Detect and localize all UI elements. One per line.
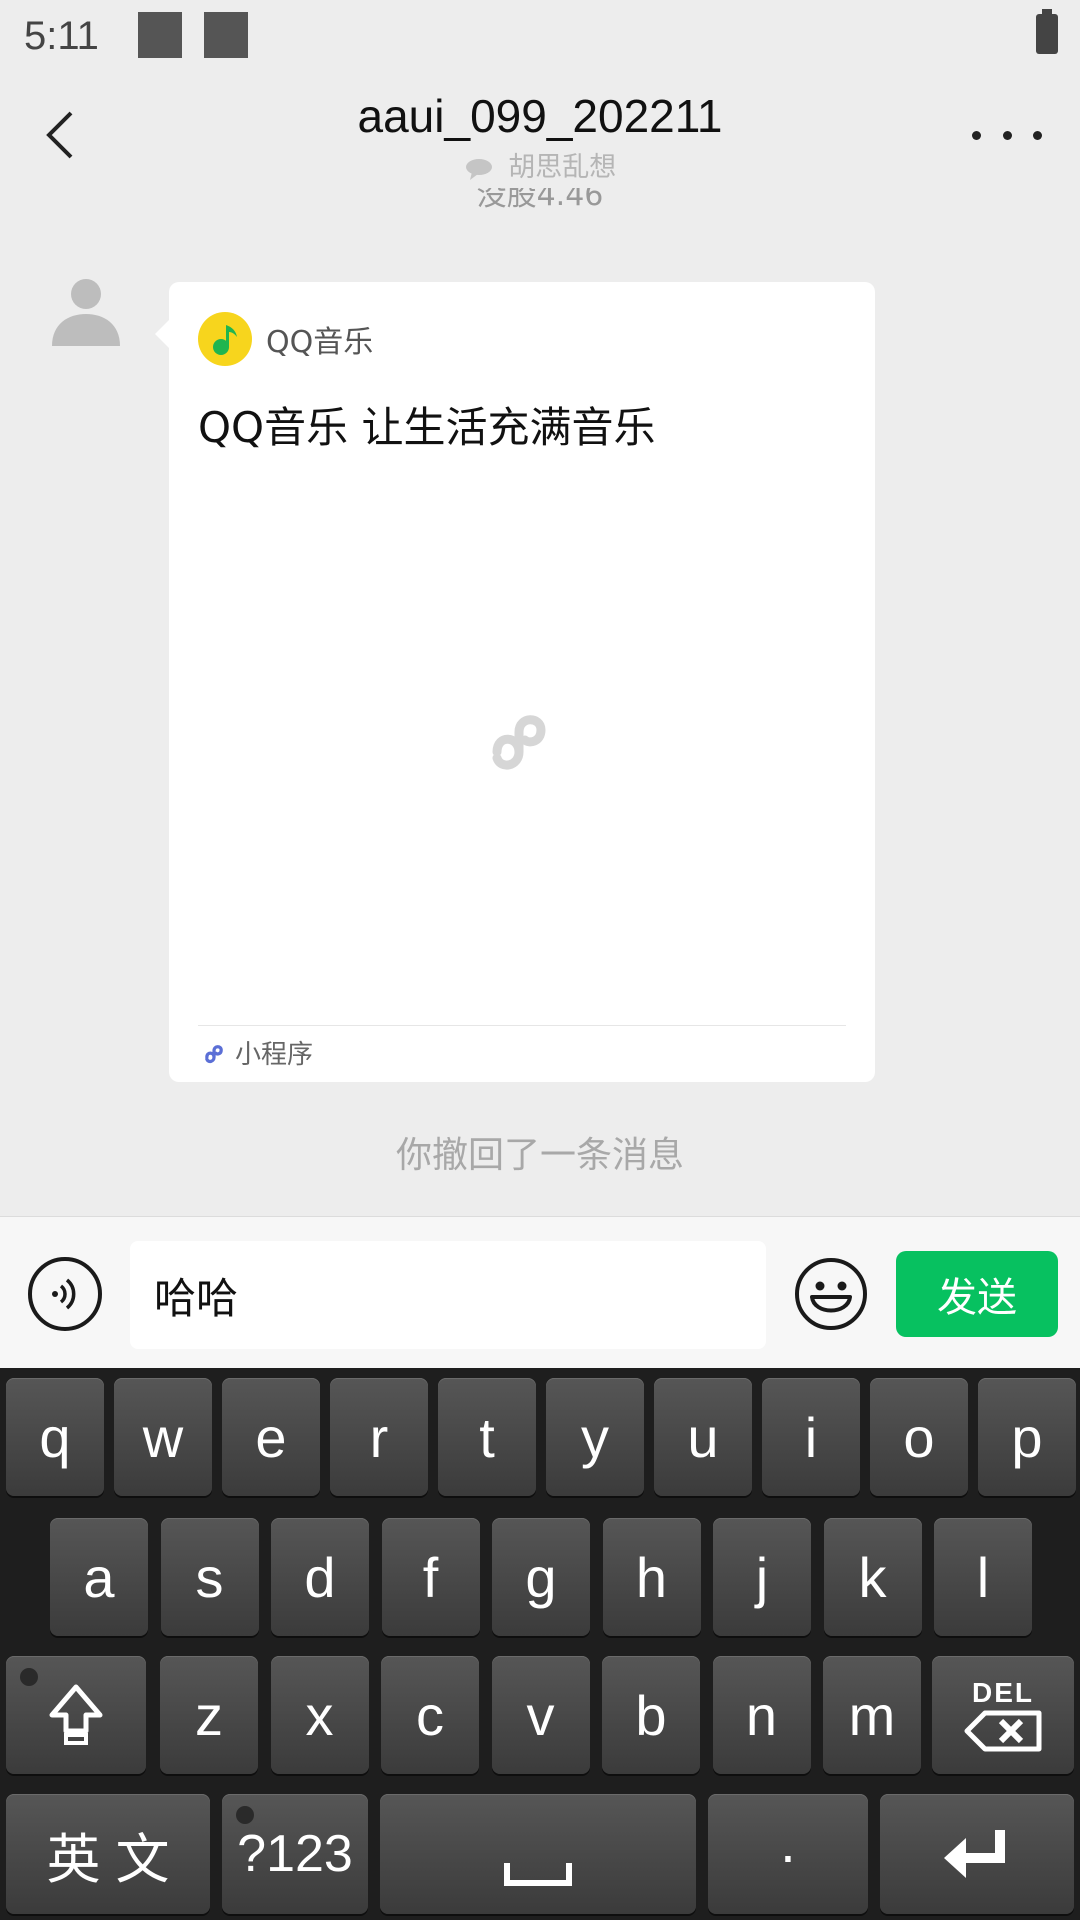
- delete-key[interactable]: DEL: [932, 1656, 1074, 1774]
- key-e[interactable]: e: [222, 1378, 320, 1496]
- key-h[interactable]: h: [602, 1518, 701, 1636]
- soft-keyboard: qwertyuiop asdfghjkl zxcvbnm DEL 英 文 ?12…: [0, 1368, 1080, 1920]
- key-l[interactable]: l: [934, 1518, 1032, 1636]
- shift-arrow-icon: [49, 1684, 103, 1745]
- more-dot-icon: [1002, 130, 1012, 140]
- key-v[interactable]: v: [491, 1656, 590, 1774]
- key-w[interactable]: w: [114, 1378, 212, 1496]
- mini-program-card[interactable]: QQ音乐 QQ音乐 让生活充满音乐 小程序: [155, 282, 875, 1082]
- smiley-icon: [795, 1258, 867, 1330]
- space-key[interactable]: [380, 1794, 696, 1914]
- key-j[interactable]: j: [713, 1518, 811, 1636]
- delete-key-label: DEL: [972, 1677, 1034, 1708]
- language-switch-key[interactable]: 英 文: [6, 1794, 210, 1914]
- more-options-button[interactable]: [972, 115, 1042, 155]
- input-bar: 发送: [0, 1216, 1080, 1368]
- status-time: 5:11: [24, 14, 99, 58]
- key-g[interactable]: g: [492, 1518, 590, 1636]
- mini-program-small-icon: [205, 1044, 223, 1063]
- symbols-key-label: ?123: [237, 1825, 353, 1883]
- key-n[interactable]: n: [712, 1656, 811, 1774]
- emoji-button[interactable]: [794, 1257, 868, 1331]
- key-x[interactable]: x: [270, 1656, 369, 1774]
- voice-icon: [52, 1278, 76, 1310]
- key-i[interactable]: i: [762, 1378, 860, 1496]
- key-b[interactable]: b: [602, 1656, 700, 1774]
- battery-icon: [1036, 9, 1058, 54]
- voice-input-button[interactable]: [28, 1257, 102, 1331]
- key-k[interactable]: k: [823, 1518, 922, 1636]
- backspace-icon: [964, 1710, 1042, 1752]
- chat-title: aaui_099_202211: [357, 90, 723, 142]
- chat-header: aaui_099_202211 胡思乱想: [0, 75, 1080, 190]
- enter-arrow-icon: [944, 1830, 1005, 1878]
- space-bar-icon: [504, 1863, 572, 1886]
- card-app-row: QQ音乐: [198, 312, 373, 366]
- card-divider: [198, 1025, 846, 1026]
- send-button[interactable]: 发送: [896, 1251, 1058, 1337]
- message-input[interactable]: [130, 1241, 766, 1349]
- key-dot: [236, 1806, 254, 1824]
- key-s[interactable]: s: [160, 1518, 259, 1636]
- notification-icon: [204, 12, 248, 58]
- key-f[interactable]: f: [381, 1518, 480, 1636]
- mini-program-icon: [492, 715, 546, 770]
- more-dot-icon: [1033, 130, 1042, 140]
- period-key[interactable]: ·: [708, 1794, 868, 1914]
- qq-music-logo-icon: [198, 312, 252, 366]
- card-footer: 小程序: [201, 1034, 313, 1071]
- scrolled-message-fragment: 没股4.46: [476, 188, 604, 213]
- chat-bubble-icon: [465, 158, 492, 180]
- status-bar: 5:11: [0, 0, 1080, 75]
- recall-notice: 你撤回了一条消息: [395, 1135, 684, 1176]
- more-dot-icon: [972, 130, 981, 140]
- key-z[interactable]: z: [160, 1656, 258, 1774]
- key-y[interactable]: y: [546, 1378, 644, 1496]
- key-m[interactable]: m: [823, 1656, 921, 1774]
- key-o[interactable]: o: [870, 1378, 968, 1496]
- notification-icon: [138, 12, 182, 58]
- enter-key[interactable]: [880, 1794, 1074, 1914]
- key-p[interactable]: p: [978, 1378, 1076, 1496]
- card-footer-label: 小程序: [235, 1040, 314, 1070]
- card-description: QQ音乐 让生活充满音乐: [198, 403, 656, 452]
- card-app-name: QQ音乐: [266, 325, 374, 360]
- key-a[interactable]: a: [50, 1518, 148, 1636]
- key-u[interactable]: u: [654, 1378, 752, 1496]
- key-d[interactable]: d: [271, 1518, 369, 1636]
- default-avatar-icon: [52, 279, 120, 346]
- key-q[interactable]: q: [6, 1378, 104, 1496]
- key-dot: [20, 1668, 38, 1686]
- avatar[interactable]: [48, 270, 124, 346]
- key-r[interactable]: r: [330, 1378, 428, 1496]
- chat-subtitle: 胡思乱想: [0, 145, 1080, 184]
- shift-key[interactable]: [6, 1656, 146, 1774]
- symbols-key[interactable]: ?123: [222, 1794, 368, 1914]
- subtitle-text: 胡思乱想: [508, 152, 617, 183]
- key-t[interactable]: t: [438, 1378, 536, 1496]
- key-c[interactable]: c: [381, 1656, 479, 1774]
